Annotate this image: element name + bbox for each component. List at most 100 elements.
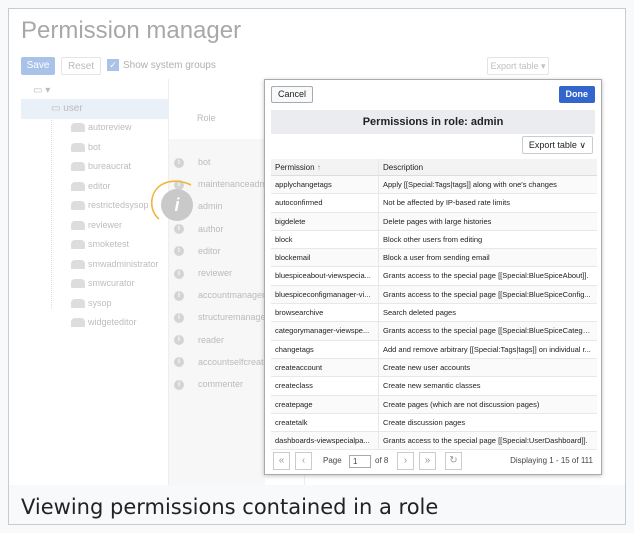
- page-number-input[interactable]: 1: [349, 455, 371, 468]
- table-row[interactable]: createtalk Create discussion pages: [271, 413, 597, 433]
- refresh-icon[interactable]: ↻: [445, 452, 462, 470]
- table-row[interactable]: blockemail Block a user from sending emai…: [271, 249, 597, 268]
- next-page-icon[interactable]: ›: [397, 452, 414, 470]
- role-label: reader: [198, 334, 225, 345]
- show-system-groups-checkbox[interactable]: ✓ Show system groups: [107, 57, 216, 75]
- table-row[interactable]: createaccount Create new user accounts: [271, 358, 597, 378]
- role-label: admin: [198, 201, 223, 212]
- table-row[interactable]: dashboards-viewspecialpa... Grants access…: [271, 432, 597, 451]
- group-icon: [71, 123, 85, 133]
- group-icon: [71, 279, 85, 289]
- column-header-description[interactable]: Description: [379, 159, 593, 176]
- page-label: Page: [323, 456, 342, 465]
- tree-item-label: smwcurator: [88, 278, 135, 288]
- tree-item-smwadministrator[interactable]: smwadministrator: [71, 256, 159, 272]
- tree-item-label: bureaucrat: [88, 161, 132, 171]
- table-row[interactable]: bigdelete Delete pages with large histori…: [271, 212, 597, 231]
- info-icon[interactable]: i: [174, 335, 184, 346]
- info-icon[interactable]: i: [174, 268, 184, 279]
- permission-cell: bigdelete: [271, 212, 379, 230]
- tree-item-label: editor: [88, 180, 111, 191]
- reset-button[interactable]: Reset: [61, 57, 101, 75]
- permission-cell: createaccount: [271, 358, 379, 377]
- checkmark-icon: ✓: [107, 59, 119, 72]
- group-icon: [71, 240, 85, 250]
- tree-item-widgeteditor[interactable]: widgeteditor: [71, 314, 137, 330]
- description-cell: Not be affected by IP-based rate limits: [383, 198, 511, 208]
- group-icon: [71, 201, 85, 211]
- tree-root[interactable]: ▭ ▾: [33, 85, 50, 96]
- permission-cell: bluespiceconfigmanager-vi...: [271, 285, 379, 304]
- tree-item-label: reviewer: [88, 219, 123, 230]
- tree-item-restrictedsysop[interactable]: restrictedsysop: [71, 197, 149, 213]
- done-button[interactable]: Done: [558, 86, 595, 103]
- table-row[interactable]: createpage Create pages (which are not di…: [271, 395, 597, 414]
- cancel-button[interactable]: Cancel: [271, 86, 314, 103]
- role-label: maintenanceadmin: [198, 179, 275, 190]
- column-header-permission[interactable]: Permission ↑: [271, 159, 379, 175]
- tree-item-label: bot: [88, 141, 101, 152]
- permission-cell: createpage: [271, 395, 379, 413]
- group-icon: [71, 142, 85, 152]
- tree-item-reviewer[interactable]: reviewer: [71, 217, 122, 233]
- info-icon-highlighted[interactable]: i: [161, 189, 193, 221]
- tree-item-smwcurator[interactable]: smwcurator: [71, 275, 135, 291]
- table-row[interactable]: autoconfirmed Not be affected by IP-based…: [271, 194, 597, 213]
- description-cell: Create new user accounts: [383, 362, 471, 372]
- info-icon[interactable]: i: [174, 357, 184, 368]
- previous-page-icon[interactable]: ‹: [295, 452, 312, 470]
- tree-item-user[interactable]: ▭ user: [21, 99, 169, 119]
- save-button[interactable]: Save: [21, 57, 55, 75]
- pagination-bar: « ‹ Page 1 of 8 › » ↻ Displaying 1 - 15 …: [271, 452, 597, 470]
- tree-item-sysop[interactable]: sysop: [71, 295, 112, 311]
- table-row[interactable]: browsearchive Search deleted pages: [271, 304, 597, 323]
- permission-cell: bluespiceabout-viewspecia...: [271, 267, 379, 285]
- tree-item-smoketest[interactable]: smoketest: [71, 236, 129, 252]
- chevron-down-icon: ∨: [579, 140, 586, 150]
- role-label: reviewer: [198, 268, 233, 278]
- table-row[interactable]: bluespiceabout-viewspecia... Grants acces…: [271, 267, 597, 286]
- info-icon[interactable]: i: [174, 157, 184, 168]
- permission-cell: dashboards-viewspecialpa...: [271, 432, 379, 450]
- description-cell: Create discussion pages: [383, 417, 466, 427]
- page-count: of 8: [375, 456, 389, 465]
- grid-header: Permission ↑ Description: [271, 159, 597, 176]
- role-header: Role: [197, 113, 216, 123]
- role-label: bot: [198, 157, 211, 167]
- tree-item-bureaucrat[interactable]: bureaucrat: [71, 158, 131, 174]
- column-header-permission-label: Permission: [275, 163, 315, 172]
- role-label: accountselfcreate: [198, 356, 269, 367]
- info-icon[interactable]: i: [174, 379, 184, 390]
- table-row[interactable]: block Block other users from editing: [271, 230, 597, 250]
- description-cell: Block other users from editing: [383, 234, 483, 244]
- description-cell: Search deleted pages: [383, 308, 456, 318]
- first-page-icon[interactable]: «: [273, 452, 290, 470]
- role-label: editor: [198, 245, 221, 256]
- page-title: Permission manager: [21, 17, 242, 44]
- group-icon: [71, 220, 85, 230]
- info-icon[interactable]: i: [174, 290, 184, 301]
- table-row[interactable]: bluespiceconfigmanager-vi... Grants acces…: [271, 285, 597, 305]
- tree-item-label: smwadministrator: [88, 258, 159, 269]
- tree-item-bot[interactable]: bot: [71, 139, 101, 155]
- table-row[interactable]: applychangetags Apply [[Special:Tags|tags…: [271, 176, 597, 195]
- description-cell: Grants access to the special page [[Spec…: [383, 326, 593, 336]
- figure-caption: Viewing permissions contained in a role: [21, 495, 439, 519]
- description-cell: Add and remove arbitrary [[Special:Tags|…: [383, 344, 591, 354]
- table-row[interactable]: createclass Create new semantic classes: [271, 377, 597, 396]
- export-table-label: Export table: [490, 61, 539, 71]
- tree-item-autoreview[interactable]: autoreview: [71, 119, 132, 135]
- export-table-button-bg[interactable]: Export table ▾: [487, 57, 549, 75]
- table-row[interactable]: changetags Add and remove arbitrary [[Spe…: [271, 340, 597, 359]
- tree-item-user-label: user: [63, 103, 83, 114]
- permission-cell: applychangetags: [271, 176, 379, 194]
- info-icon[interactable]: i: [174, 313, 184, 324]
- info-icon[interactable]: i: [174, 246, 184, 257]
- export-table-button[interactable]: Export table ∨: [521, 136, 593, 154]
- tree-item-editor[interactable]: editor: [71, 178, 111, 194]
- last-page-icon[interactable]: »: [419, 452, 436, 470]
- role-label: commenter: [198, 379, 244, 389]
- group-tree: ▭ ▾ ▭ user autoreview bot bureaucrat editor…: [21, 79, 169, 485]
- table-row[interactable]: categorymanager-viewspe... Grants access …: [271, 322, 597, 341]
- permission-cell: categorymanager-viewspe...: [271, 322, 379, 340]
